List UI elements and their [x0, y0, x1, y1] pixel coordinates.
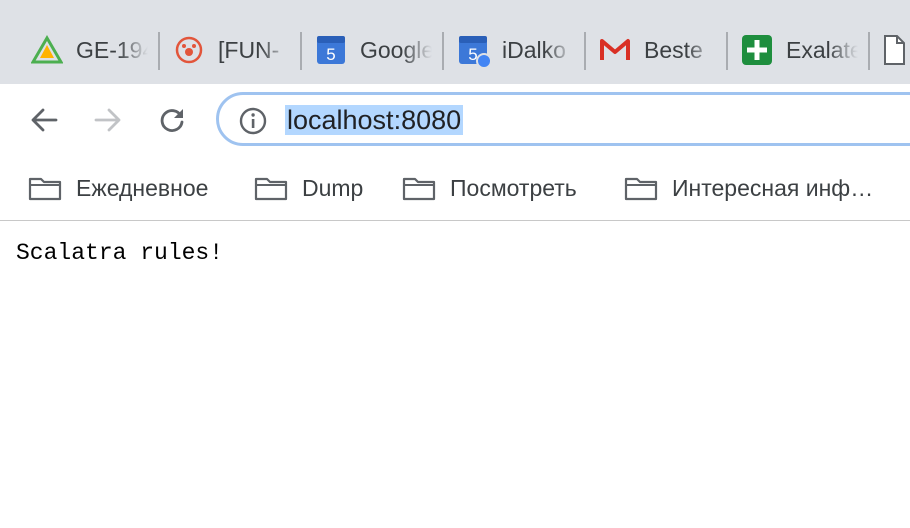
- folder-icon: [254, 177, 288, 201]
- document-icon: [882, 33, 910, 67]
- tab-strip: GE-1946 [FUN- 5 Google 5 iDalko Beste Ex: [0, 0, 910, 84]
- folder-icon: [624, 177, 658, 201]
- gitlab-triangle-icon: [30, 33, 64, 67]
- tab-separator: [158, 32, 160, 70]
- tab-title: Exalate: [786, 36, 858, 63]
- tab-title: GE-1946: [76, 36, 148, 63]
- back-button[interactable]: [22, 98, 66, 142]
- info-icon[interactable]: [239, 107, 267, 135]
- forward-button[interactable]: [86, 98, 130, 142]
- bookmark-folder-watch[interactable]: Посмотреть: [402, 168, 577, 208]
- tab-separator: [442, 32, 444, 70]
- bookmarks-bar: Ежедневное Dump Посмотреть Интересная ин…: [0, 156, 910, 220]
- page-body-text: Scalatra rules!: [16, 240, 224, 266]
- tab-title: [FUN-: [218, 36, 280, 63]
- browser-toolbar: localhost:8080: [0, 84, 910, 156]
- sheets-plus-icon: [740, 33, 774, 67]
- tab-idalko-calendar[interactable]: 5 iDalko: [456, 30, 574, 70]
- tab-separator: [300, 32, 302, 70]
- bookmark-label: Dump: [302, 174, 364, 201]
- tab-fun[interactable]: [FUN-: [172, 30, 290, 70]
- tab-separator: [584, 32, 586, 70]
- bookmark-label: Интересная инф…: [672, 174, 874, 201]
- bookmark-folder-interesting[interactable]: Интересная инф…: [624, 168, 873, 208]
- tab-title: iDalko: [502, 36, 566, 63]
- tab-ge[interactable]: GE-1946: [30, 30, 148, 70]
- bookmark-label: Ежедневное: [76, 174, 209, 201]
- tab-gmail[interactable]: Beste: [598, 30, 716, 70]
- tab-exalate[interactable]: Exalate: [740, 30, 858, 70]
- tab-separator: [868, 32, 870, 70]
- bug-icon: [172, 33, 206, 67]
- arrow-right-icon: [94, 108, 121, 132]
- tab-document[interactable]: [882, 30, 910, 70]
- notification-dot-icon: [476, 53, 492, 69]
- arrow-left-icon: [31, 108, 58, 132]
- folder-icon: [402, 177, 436, 201]
- tab-title: Beste: [644, 36, 703, 63]
- bookmark-folder-dump[interactable]: Dump: [254, 168, 363, 208]
- svg-text:5: 5: [326, 45, 335, 64]
- toolbar-divider: [0, 220, 910, 221]
- calendar-icon: 5: [456, 33, 492, 69]
- tab-separator: [726, 32, 728, 70]
- bookmark-label: Посмотреть: [450, 174, 577, 201]
- address-bar[interactable]: localhost:8080: [216, 92, 910, 146]
- folder-icon: [28, 177, 62, 201]
- bookmark-folder-daily[interactable]: Ежедневное: [28, 168, 208, 208]
- url-text[interactable]: localhost:8080: [285, 105, 464, 135]
- calendar-icon: 5: [314, 33, 348, 67]
- reload-icon: [160, 109, 184, 132]
- tab-google-calendar[interactable]: 5 Google: [314, 30, 432, 70]
- gmail-icon: [598, 33, 632, 67]
- reload-button[interactable]: [150, 98, 194, 142]
- tab-title: Google: [360, 36, 432, 63]
